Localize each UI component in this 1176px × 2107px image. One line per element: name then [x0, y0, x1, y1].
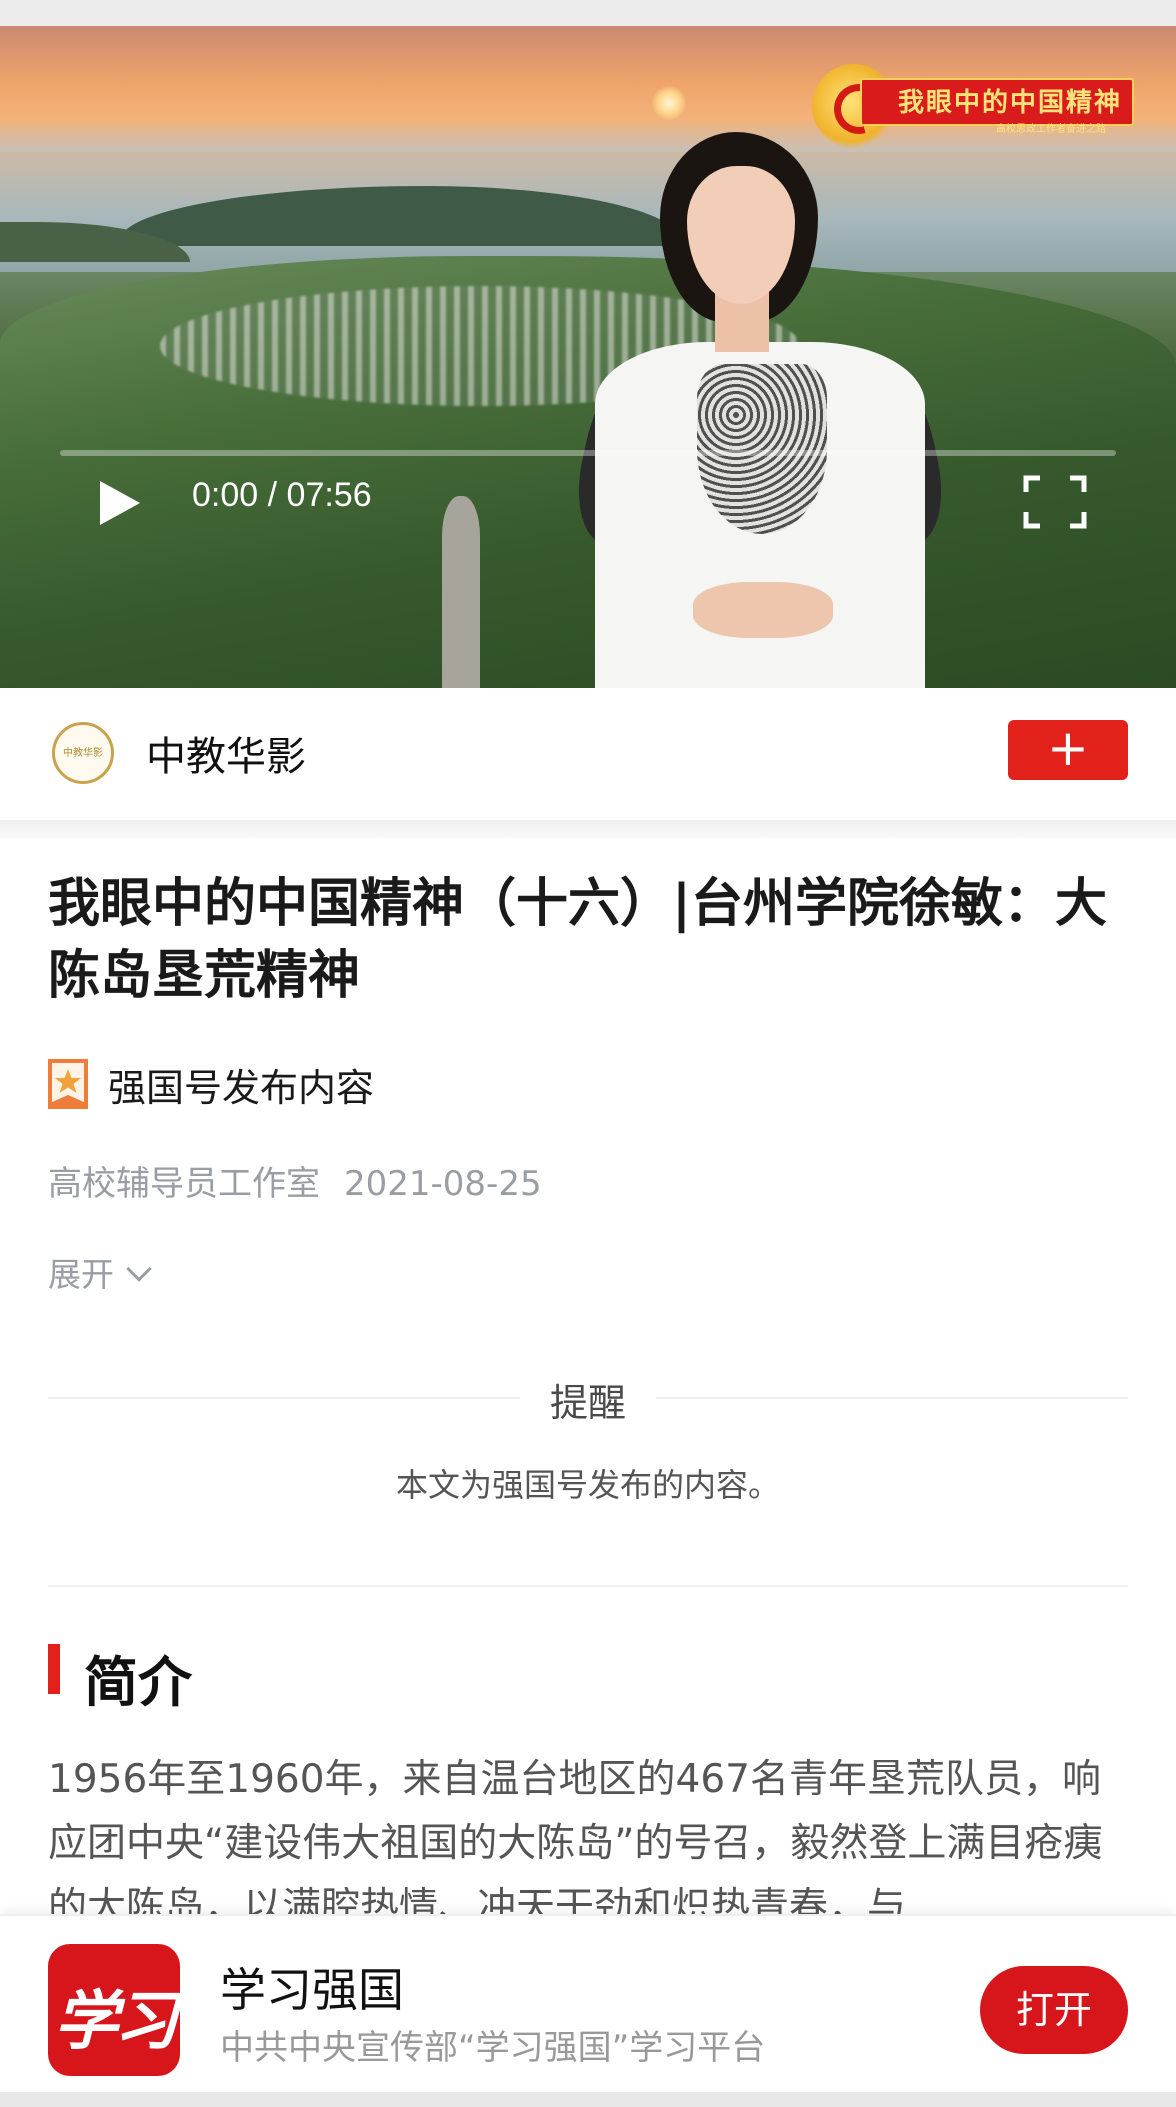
publish-badge-label: 强国号发布内容 — [108, 1065, 375, 1110]
video-current-time: 0:00 — [192, 476, 259, 514]
app-icon-text: 学习 — [54, 1984, 178, 2059]
notice-divider-left — [48, 1397, 520, 1399]
article-title: 我眼中的中国精神（十六）|台州学院徐敏：大陈岛垦荒精神 — [48, 874, 1107, 1006]
channel-name[interactable]: 中教华影 — [146, 724, 306, 782]
article-author[interactable]: 高校辅导员工作室 — [48, 1164, 320, 1204]
open-app-button[interactable]: 打开 — [980, 1966, 1128, 2054]
video-player[interactable]: 我眼中的中国精神 高校思政工作者奋进之路 0:00 / 07:56 — [0, 26, 1176, 688]
video-banner: 我眼中的中国精神 高校思政工作者奋进之路 — [860, 78, 1134, 135]
app-download-bar: 学习 学习强国 中共中央宣传部“学习强国”学习平台 打开 — [0, 1914, 1176, 2092]
video-background-sun — [652, 86, 686, 120]
video-banner-title: 我眼中的中国精神 — [897, 88, 1122, 118]
publish-badge: 强国号发布内容 — [48, 1056, 374, 1112]
app-name: 学习强国 — [220, 1963, 404, 2017]
expand-label: 展开 — [48, 1255, 114, 1294]
video-duration: 07:56 — [286, 476, 372, 514]
app-icon[interactable]: 学习 — [48, 1944, 180, 2076]
star-bookmark-icon — [48, 1059, 88, 1109]
play-icon — [100, 481, 140, 525]
section-marker — [48, 1644, 60, 1694]
video-logo-banner: 我眼中的中国精神 高校思政工作者奋进之路 — [812, 64, 1144, 148]
video-background-monument — [442, 496, 480, 688]
presenter-hands — [693, 582, 833, 638]
channel-bar: 中教华影 中教华影 + — [0, 688, 1176, 820]
fullscreen-button[interactable] — [1022, 474, 1088, 530]
chevron-down-icon — [126, 1256, 152, 1282]
section-gap — [0, 820, 1176, 838]
status-strip — [0, 0, 1176, 26]
fullscreen-icon — [1023, 475, 1087, 529]
video-time: 0:00 / 07:56 — [192, 476, 372, 515]
notice-divider-right — [656, 1397, 1128, 1399]
presenter-lace — [697, 364, 827, 534]
video-progress-bar[interactable] — [60, 450, 1116, 456]
video-time-separator: / — [258, 476, 287, 514]
article-meta: 高校辅导员工作室 2021-08-25 — [48, 1156, 542, 1205]
article-date: 2021-08-25 — [344, 1164, 542, 1204]
intro-heading: 简介 — [84, 1651, 192, 1714]
intro-text: 1956年至1960年，来自温台地区的467名青年垦荒队员，响应团中央“建设伟大… — [48, 1757, 1103, 1930]
notice-body: 本文为强国号发布的内容。 — [395, 1466, 780, 1504]
follow-button[interactable]: + — [1008, 720, 1128, 780]
section-divider — [48, 1585, 1128, 1587]
bottom-strip — [0, 2092, 1176, 2107]
channel-logo[interactable]: 中教华影 — [52, 722, 114, 784]
expand-button[interactable]: 展开 — [48, 1248, 152, 1296]
play-button[interactable] — [96, 478, 142, 528]
notice-title: 提醒 — [549, 1381, 626, 1425]
channel-logo-text: 中教华影 — [63, 748, 103, 759]
video-presenter — [566, 132, 954, 688]
app-subtitle: 中共中央宣传部“学习强国”学习平台 — [220, 2028, 766, 2068]
